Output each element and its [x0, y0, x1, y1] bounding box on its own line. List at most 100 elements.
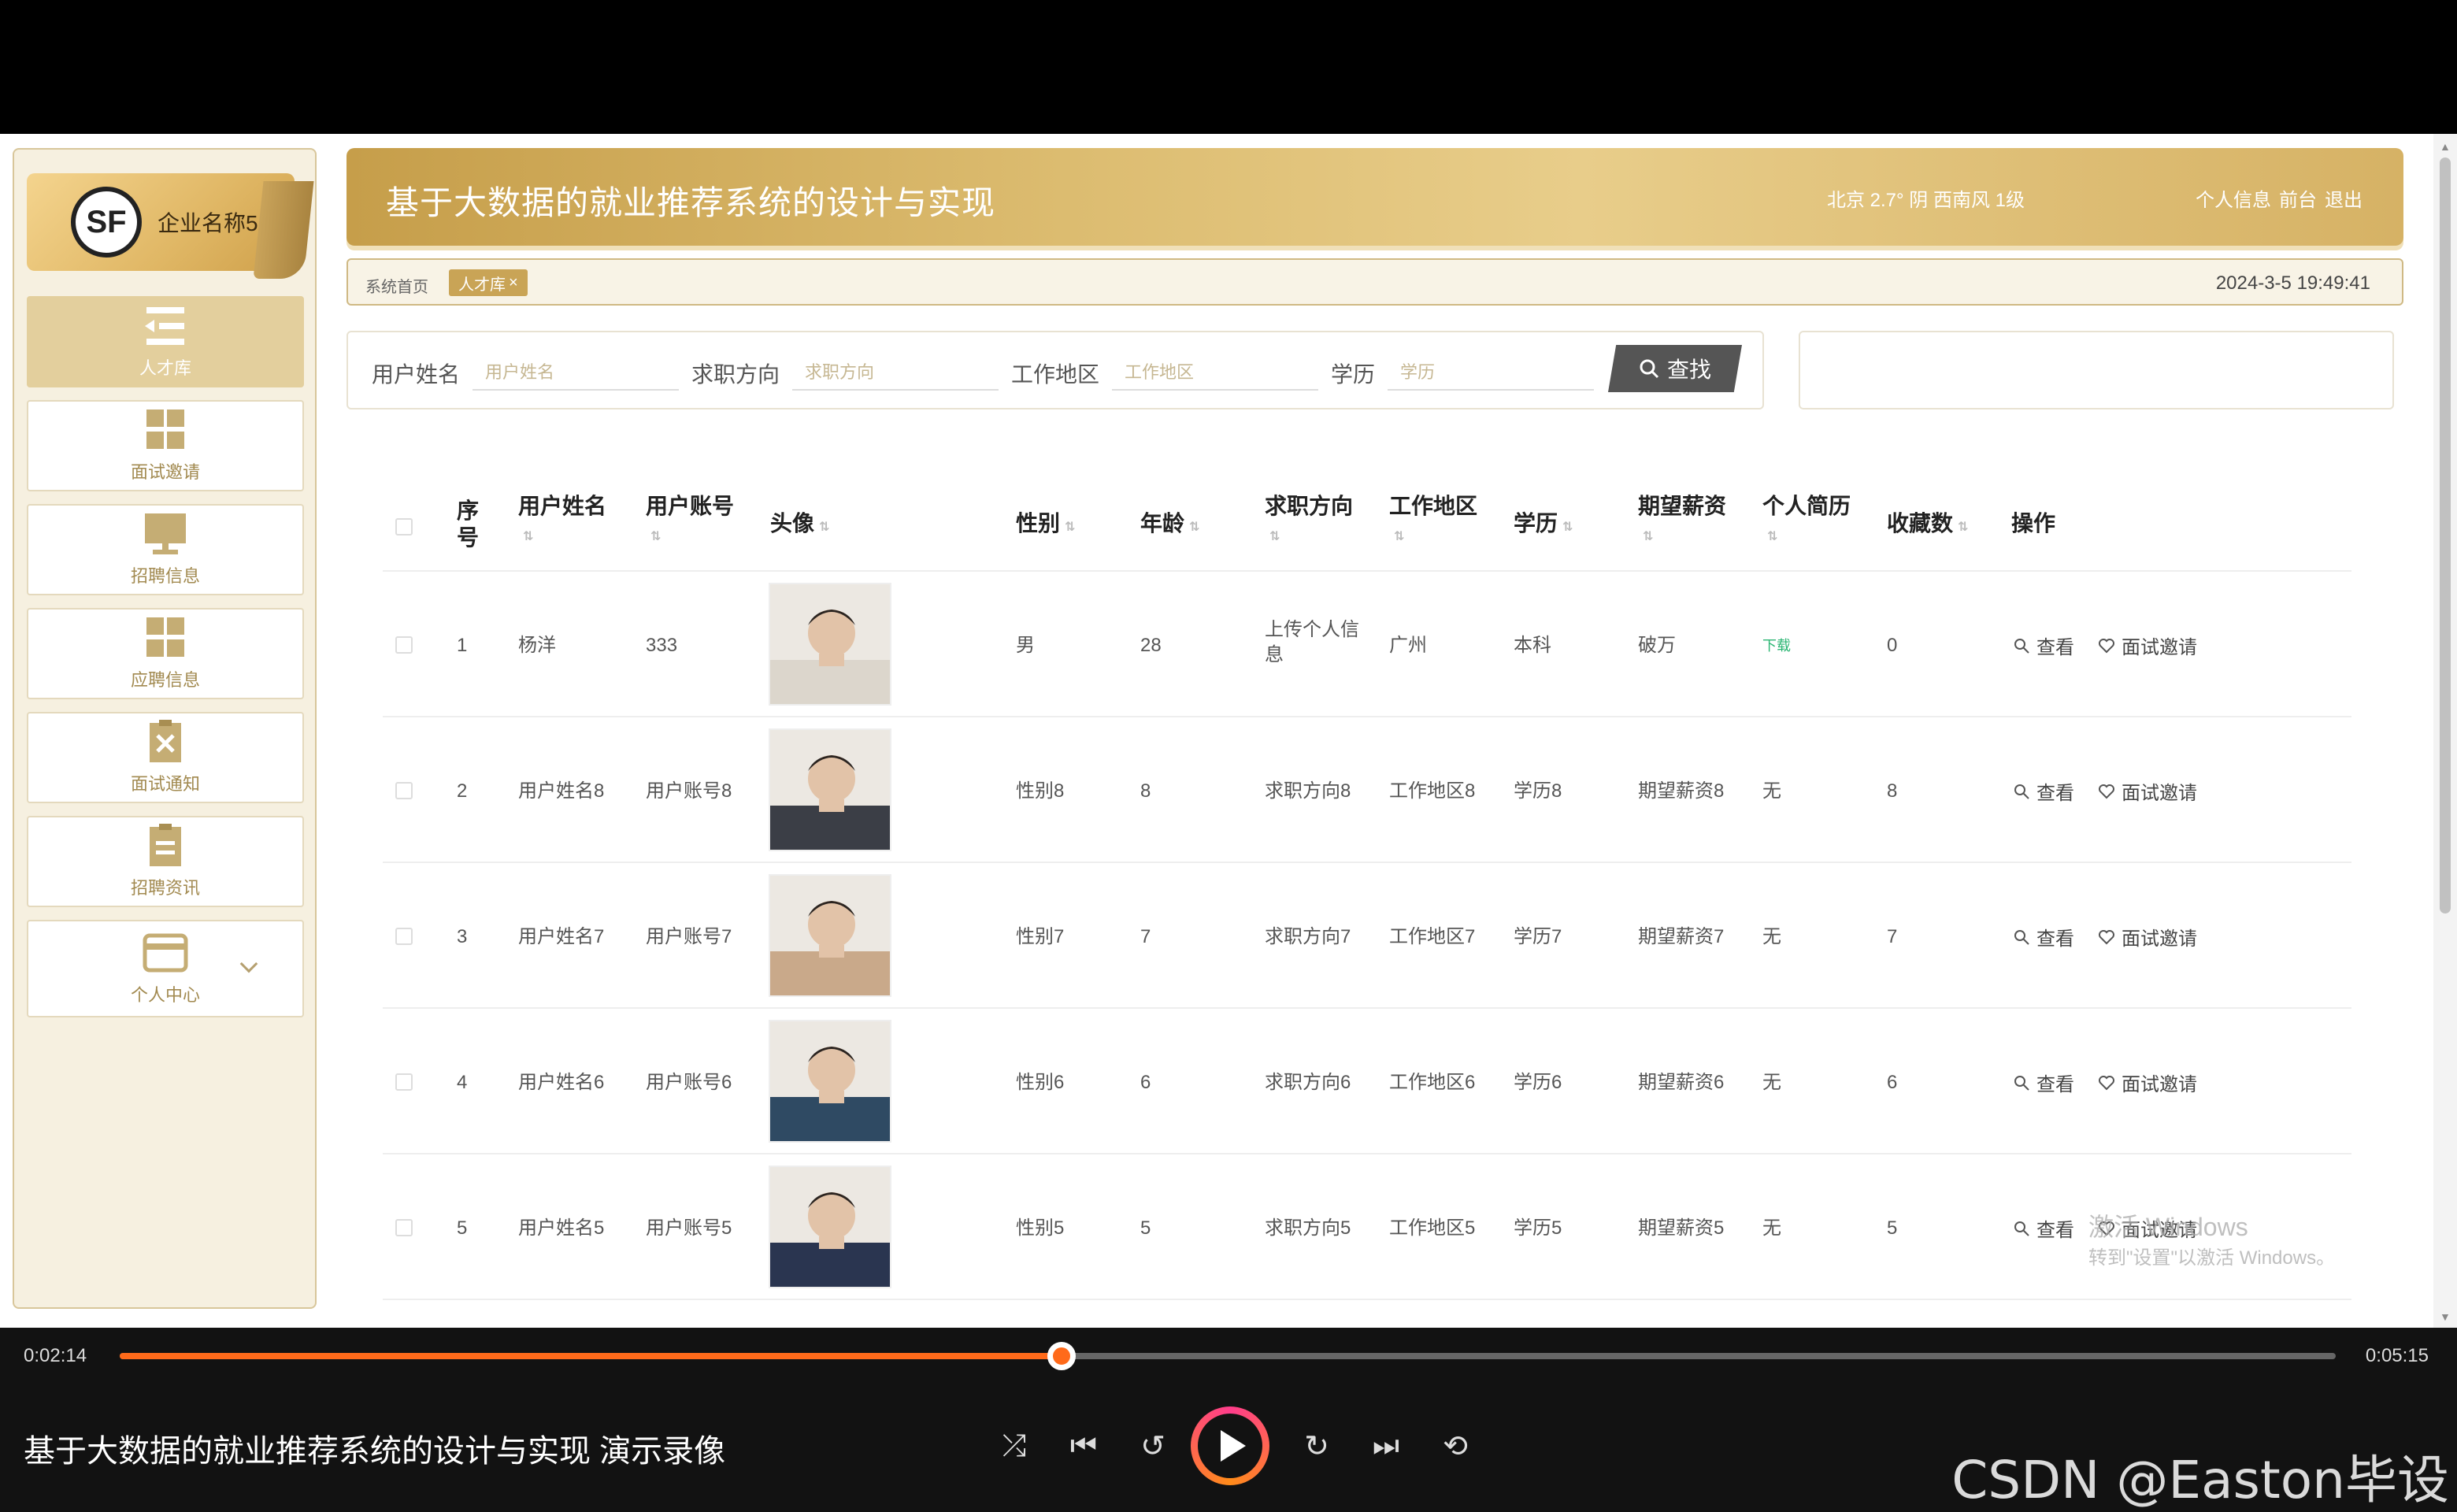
col-salary[interactable]: 期望薪资 ⇅: [1638, 493, 1740, 550]
view-button[interactable]: 查看: [2013, 1069, 2074, 1096]
direction-input[interactable]: [792, 356, 999, 391]
col-favorites[interactable]: 收藏数 ⇅: [1887, 510, 1968, 541]
invite-button[interactable]: 面试邀请: [2098, 1069, 2197, 1096]
row-actions: 查看 面试邀请: [2013, 777, 2197, 805]
sidebar-item-applications[interactable]: 应聘信息: [27, 608, 304, 699]
invite-button[interactable]: 面试邀请: [2098, 777, 2197, 805]
education-input[interactable]: [1388, 356, 1595, 391]
tab-label: 人才库: [458, 276, 506, 294]
col-no[interactable]: 序号: [457, 498, 484, 551]
cell-edu: 学历5: [1514, 1217, 1562, 1239]
profile-link[interactable]: 个人信息: [2196, 184, 2271, 212]
cell-direction: 求职方向6: [1265, 1072, 1351, 1093]
previous-icon[interactable]: ⏮: [1060, 1422, 1107, 1469]
row-checkbox[interactable]: [395, 928, 413, 945]
select-all-checkbox[interactable]: [395, 518, 413, 536]
windows-activation-watermark: 激活 Windows 转到"设置"以激活 Windows。: [2088, 1211, 2335, 1274]
search-label: 求职方向: [691, 362, 780, 387]
sort-icon[interactable]: ⇅: [1394, 524, 1404, 550]
progress-knob[interactable]: [1047, 1342, 1076, 1370]
avatar: [769, 583, 891, 706]
page-scrollbar[interactable]: ▲ ▼: [2433, 134, 2457, 1328]
magnifier-icon: [2014, 638, 2029, 654]
cell-age: 7: [1140, 926, 1151, 947]
row-checkbox[interactable]: [395, 782, 413, 799]
scroll-down-icon[interactable]: ▼: [2440, 1310, 2451, 1323]
col-direction[interactable]: 求职方向 ⇅: [1265, 493, 1367, 550]
cell-area: 工作地区5: [1389, 1217, 1476, 1239]
col-resume[interactable]: 个人简历 ⇅: [1762, 493, 1865, 550]
table-row: 1 杨洋 333 男 28 上传个人信息 广州 本科 破万 下载 0 查看 面试邀请: [383, 572, 2351, 717]
cell-resume: 无: [1762, 1217, 1781, 1239]
col-avatar[interactable]: 头像 ⇅: [770, 510, 829, 541]
col-label: 求职方向: [1265, 494, 1354, 518]
cell-name: 用户姓名6: [518, 1072, 605, 1093]
col-name[interactable]: 用户姓名 ⇅: [518, 493, 621, 550]
tab-talent-pool[interactable]: 人才库 ×: [449, 269, 528, 296]
shuffle-icon[interactable]: ⤮: [991, 1422, 1038, 1469]
sidebar-item-personal-center[interactable]: 个人中心: [27, 920, 304, 1017]
sort-icon[interactable]: ⇅: [1269, 524, 1280, 550]
rewind-10-icon[interactable]: ↺: [1129, 1422, 1177, 1469]
next-icon[interactable]: ⏭: [1362, 1422, 1410, 1469]
col-age[interactable]: 年龄 ⇅: [1140, 510, 1199, 541]
chevron-down-icon[interactable]: [239, 954, 258, 973]
sidebar-item-label: 面试邀请: [130, 462, 200, 482]
sort-icon[interactable]: ⇅: [819, 514, 829, 541]
view-button[interactable]: 查看: [2013, 1214, 2074, 1242]
sort-icon[interactable]: ⇅: [1562, 514, 1573, 541]
sort-icon[interactable]: ⇅: [1958, 514, 1968, 541]
sort-icon[interactable]: ⇅: [1767, 524, 1777, 550]
heart-icon: [2099, 638, 2114, 653]
sidebar-item-job-news[interactable]: 招聘资讯: [27, 816, 304, 907]
row-checkbox[interactable]: [395, 1219, 413, 1236]
sort-icon[interactable]: ⇅: [523, 524, 533, 550]
row-checkbox[interactable]: [395, 636, 413, 654]
col-account[interactable]: 用户账号 ⇅: [646, 493, 748, 550]
view-button[interactable]: 查看: [2013, 923, 2074, 951]
scrollbar-thumb[interactable]: [2440, 158, 2451, 914]
play-button[interactable]: [1191, 1406, 1269, 1485]
scroll-up-icon[interactable]: ▲: [2440, 140, 2451, 153]
row-checkbox[interactable]: [395, 1073, 413, 1091]
cell-direction: 上传个人信息: [1265, 619, 1359, 665]
area-input[interactable]: [1112, 356, 1319, 391]
cell-area: 工作地区8: [1389, 780, 1476, 802]
view-button[interactable]: 查看: [2013, 777, 2074, 805]
sort-icon[interactable]: ⇅: [1643, 524, 1653, 550]
brand-name: 企业名称5: [158, 211, 258, 235]
progress-track[interactable]: [120, 1342, 2336, 1370]
brand-scroll-decoration: [253, 181, 314, 279]
sidebar-item-job-info[interactable]: 招聘信息: [27, 504, 304, 595]
sidebar-item-interview-notice[interactable]: 面试通知: [27, 712, 304, 803]
cell-gender: 男: [1016, 635, 1035, 656]
sort-icon[interactable]: ⇅: [1065, 514, 1075, 541]
logout-link[interactable]: 退出: [2325, 184, 2362, 212]
breadcrumb-home[interactable]: 系统首页: [365, 274, 428, 297]
col-education[interactable]: 学历 ⇅: [1514, 510, 1573, 541]
sidebar-item-label: 招聘资讯: [130, 878, 200, 898]
invite-button[interactable]: 面试邀请: [2098, 632, 2197, 659]
loop-icon[interactable]: ⟲: [1432, 1422, 1479, 1469]
close-icon[interactable]: ×: [509, 274, 518, 292]
view-button[interactable]: 查看: [2013, 632, 2074, 659]
cell-resume: 无: [1762, 780, 1781, 802]
sort-icon[interactable]: ⇅: [650, 524, 661, 550]
frontend-link[interactable]: 前台: [2279, 184, 2317, 212]
sort-icon[interactable]: ⇅: [1189, 514, 1199, 541]
invite-button[interactable]: 面试邀请: [2098, 923, 2197, 951]
forward-30-icon[interactable]: ↻: [1293, 1422, 1340, 1469]
cell-resume[interactable]: 下载: [1762, 633, 1791, 658]
row-actions: 查看 面试邀请: [2013, 923, 2197, 951]
sidebar-item-talent-pool[interactable]: 人才库: [27, 296, 304, 387]
sidebar-item-interview-invite[interactable]: 面试邀请: [27, 400, 304, 491]
search-button-label: 查找: [1666, 358, 1711, 382]
name-input[interactable]: [472, 356, 680, 391]
invite-label: 面试邀请: [2122, 783, 2197, 804]
col-label: 学历: [1514, 511, 1558, 536]
col-gender[interactable]: 性别 ⇅: [1016, 510, 1075, 541]
current-time: 0:02:14: [24, 1345, 87, 1366]
view-label: 查看: [2036, 1074, 2074, 1095]
col-area[interactable]: 工作地区 ⇅: [1389, 493, 1492, 550]
search-button[interactable]: 查找: [1608, 345, 1742, 392]
